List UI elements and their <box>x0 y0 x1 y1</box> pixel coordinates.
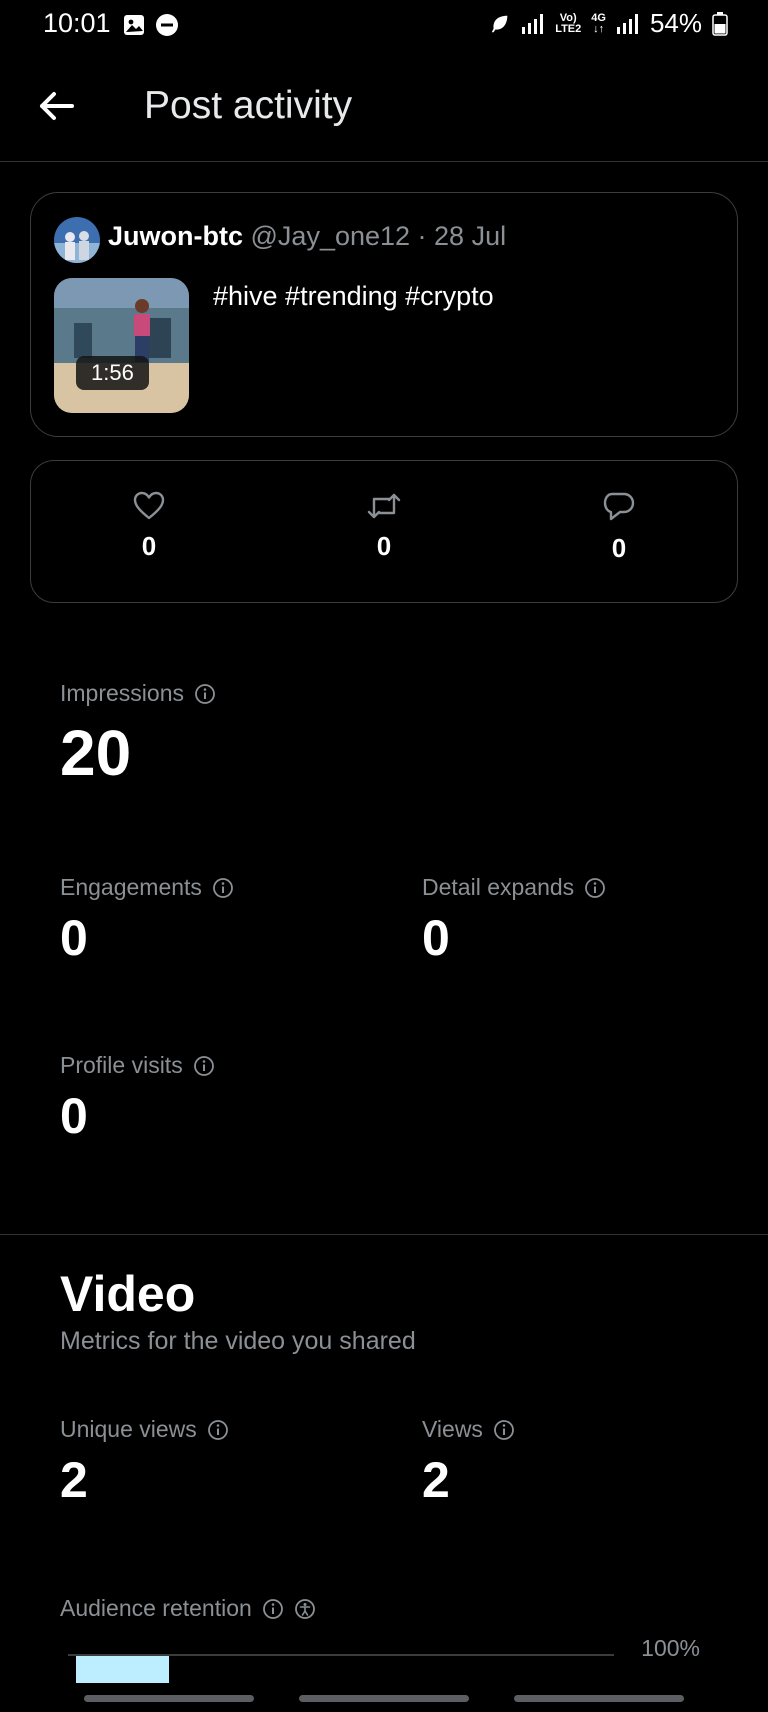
audience-retention-label-row: Audience retention <box>60 1595 316 1622</box>
page-title: Post activity <box>144 84 353 127</box>
profile-visits-label: Profile visits <box>60 1052 183 1078</box>
profile-visits-metric: Profile visits 0 <box>60 1052 215 1141</box>
video-section-title: Video <box>60 1266 196 1322</box>
video-thumbnail-image <box>54 278 189 413</box>
reposts-stat[interactable]: 0 <box>334 491 434 562</box>
signal-icon-2 <box>616 13 638 34</box>
unique-views-metric: Unique views 2 <box>60 1416 229 1505</box>
author-meta: @Jay_one12 · 28 Jul <box>250 221 507 251</box>
impressions-metric: Impressions 20 <box>60 680 216 785</box>
views-value: 2 <box>422 1452 450 1508</box>
retention-max-label: 100% <box>641 1635 700 1661</box>
status-bar: 10:01 Vo) LTE2 4G ↓↑ 54% <box>0 0 768 50</box>
profile-visits-label-row: Profile visits <box>60 1052 215 1079</box>
retention-bar <box>76 1656 169 1683</box>
engagements-label-row: Engagements <box>60 874 234 901</box>
engagements-metric: Engagements 0 <box>60 874 234 963</box>
views-label-row: Views <box>422 1416 515 1443</box>
nav-handle-right <box>514 1695 684 1702</box>
likes-count: 0 <box>141 531 157 561</box>
header: Post activity <box>0 60 768 162</box>
nav-handle-left <box>84 1695 254 1702</box>
engagement-card: 0 0 0 <box>30 460 738 603</box>
info-icon[interactable] <box>207 1419 229 1441</box>
impressions-label-row: Impressions <box>60 680 216 707</box>
author-name[interactable]: Juwon-btc <box>108 221 243 251</box>
reply-icon <box>603 492 635 521</box>
gallery-icon <box>124 15 144 35</box>
post-card[interactable]: Juwon-btc @Jay_one12 · 28 Jul 1:56 #hive… <box>30 192 738 437</box>
detail-expands-value: 0 <box>422 910 450 966</box>
reposts-count: 0 <box>376 531 392 561</box>
video-section-subtitle: Metrics for the video you shared <box>60 1327 416 1355</box>
impressions-value: 20 <box>60 717 132 789</box>
post-header: Juwon-btc @Jay_one12 · 28 Jul <box>108 221 506 252</box>
battery-percent: 54% <box>649 8 702 38</box>
leaf-icon <box>491 15 508 32</box>
engagements-label: Engagements <box>60 874 202 900</box>
audience-retention-label: Audience retention <box>60 1595 252 1621</box>
back-arrow-icon[interactable] <box>34 84 78 128</box>
info-icon[interactable] <box>194 683 216 705</box>
unique-views-value: 2 <box>60 1452 88 1508</box>
status-right: Vo) LTE2 4G ↓↑ 54% <box>489 8 728 39</box>
info-icon[interactable] <box>262 1598 284 1620</box>
unique-views-label-row: Unique views <box>60 1416 229 1443</box>
video-thumbnail[interactable]: 1:56 <box>54 278 189 413</box>
views-metric: Views 2 <box>422 1416 515 1505</box>
signal-icon <box>522 13 544 34</box>
video-duration: 1:56 <box>76 356 149 390</box>
nav-handle-center <box>299 1695 469 1702</box>
do-not-disturb-icon <box>156 14 178 36</box>
heart-icon <box>133 491 165 520</box>
post-text: #hive #trending #crypto <box>213 281 494 311</box>
avatar[interactable] <box>54 217 100 263</box>
info-icon[interactable] <box>212 877 234 899</box>
detail-expands-label-row: Detail expands <box>422 874 606 901</box>
detail-expands-metric: Detail expands 0 <box>422 874 606 963</box>
impressions-label: Impressions <box>60 680 184 706</box>
status-time: 10:01 <box>43 8 111 38</box>
replies-stat[interactable]: 0 <box>569 491 669 564</box>
accessibility-icon[interactable] <box>294 1598 316 1620</box>
battery-icon <box>712 11 728 36</box>
views-label: Views <box>422 1416 483 1442</box>
likes-stat[interactable]: 0 <box>99 491 199 562</box>
replies-count: 0 <box>611 533 627 563</box>
repost-icon <box>367 493 401 519</box>
info-icon[interactable] <box>584 877 606 899</box>
audience-retention-metric: Audience retention <box>60 1595 316 1622</box>
detail-expands-label: Detail expands <box>422 874 575 900</box>
lte-indicator: Vo) LTE2 <box>555 11 582 35</box>
unique-views-label: Unique views <box>60 1416 197 1442</box>
info-icon[interactable] <box>493 1419 515 1441</box>
network-type-indicator: 4G ↓↑ <box>591 11 606 35</box>
info-icon[interactable] <box>193 1055 215 1077</box>
section-divider <box>0 1234 768 1235</box>
profile-visits-value: 0 <box>60 1088 88 1144</box>
engagements-value: 0 <box>60 910 88 966</box>
